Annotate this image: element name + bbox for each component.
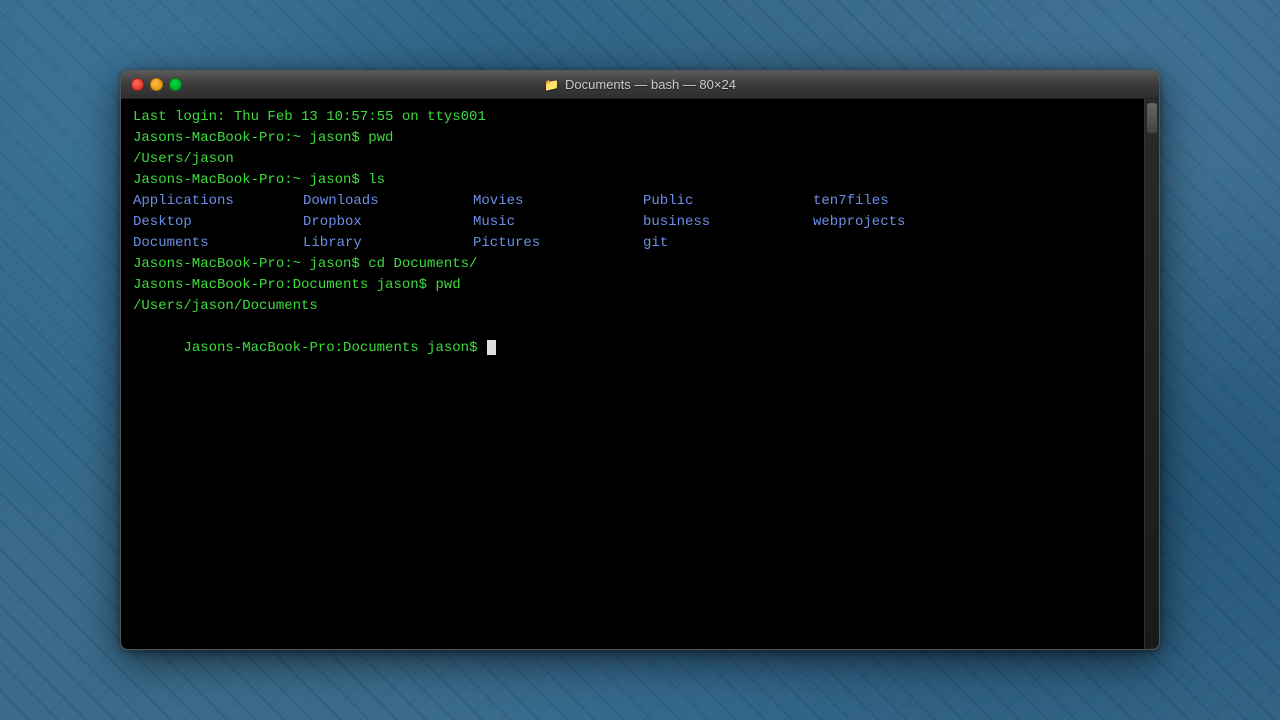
prompt-pwd2: Jasons-MacBook-Pro:Documents jason$ pwd	[133, 275, 1132, 296]
ls-item-ten7files: ten7files	[813, 191, 983, 212]
login-line: Last login: Thu Feb 13 10:57:55 on ttys0…	[133, 107, 1132, 128]
ls-item-git: git	[643, 233, 813, 254]
title-text: Documents — bash — 80×24	[565, 77, 736, 92]
close-button[interactable]	[131, 78, 144, 91]
ls-item-desktop: Desktop	[133, 212, 303, 233]
ls-item-music: Music	[473, 212, 643, 233]
title-bar: 📁 Documents — bash — 80×24	[121, 71, 1159, 99]
prompt-pwd1: Jasons-MacBook-Pro:~ jason$ pwd	[133, 128, 1132, 149]
pwd1-output: /Users/jason	[133, 149, 1132, 170]
folder-icon: 📁	[544, 78, 559, 92]
traffic-lights	[131, 78, 182, 91]
ls-item-webprojects: webprojects	[813, 212, 983, 233]
ls-output: Applications Downloads Movies Public ten…	[133, 191, 1132, 254]
ls-item-movies: Movies	[473, 191, 643, 212]
ls-item-empty	[813, 233, 983, 254]
pwd2-output: /Users/jason/Documents	[133, 296, 1132, 317]
prompt-text: Jasons-MacBook-Pro:Documents jason$	[183, 340, 485, 356]
ls-item-library: Library	[303, 233, 473, 254]
ls-item-dropbox: Dropbox	[303, 212, 473, 233]
ls-item-pictures: Pictures	[473, 233, 643, 254]
prompt-ls: Jasons-MacBook-Pro:~ jason$ ls	[133, 170, 1132, 191]
prompt-cd: Jasons-MacBook-Pro:~ jason$ cd Documents…	[133, 254, 1132, 275]
maximize-button[interactable]	[169, 78, 182, 91]
scrollbar[interactable]	[1144, 99, 1159, 649]
terminal-body[interactable]: Last login: Thu Feb 13 10:57:55 on ttys0…	[121, 99, 1144, 649]
ls-item-public: Public	[643, 191, 813, 212]
scrollbar-thumb[interactable]	[1147, 103, 1157, 133]
minimize-button[interactable]	[150, 78, 163, 91]
ls-item-documents: Documents	[133, 233, 303, 254]
terminal-window: 📁 Documents — bash — 80×24 Last login: Th…	[120, 70, 1160, 650]
ls-item-applications: Applications	[133, 191, 303, 212]
ls-item-business: business	[643, 212, 813, 233]
cursor	[487, 340, 496, 355]
ls-item-downloads: Downloads	[303, 191, 473, 212]
active-prompt[interactable]: Jasons-MacBook-Pro:Documents jason$	[133, 317, 1132, 380]
window-title: 📁 Documents — bash — 80×24	[544, 77, 736, 92]
